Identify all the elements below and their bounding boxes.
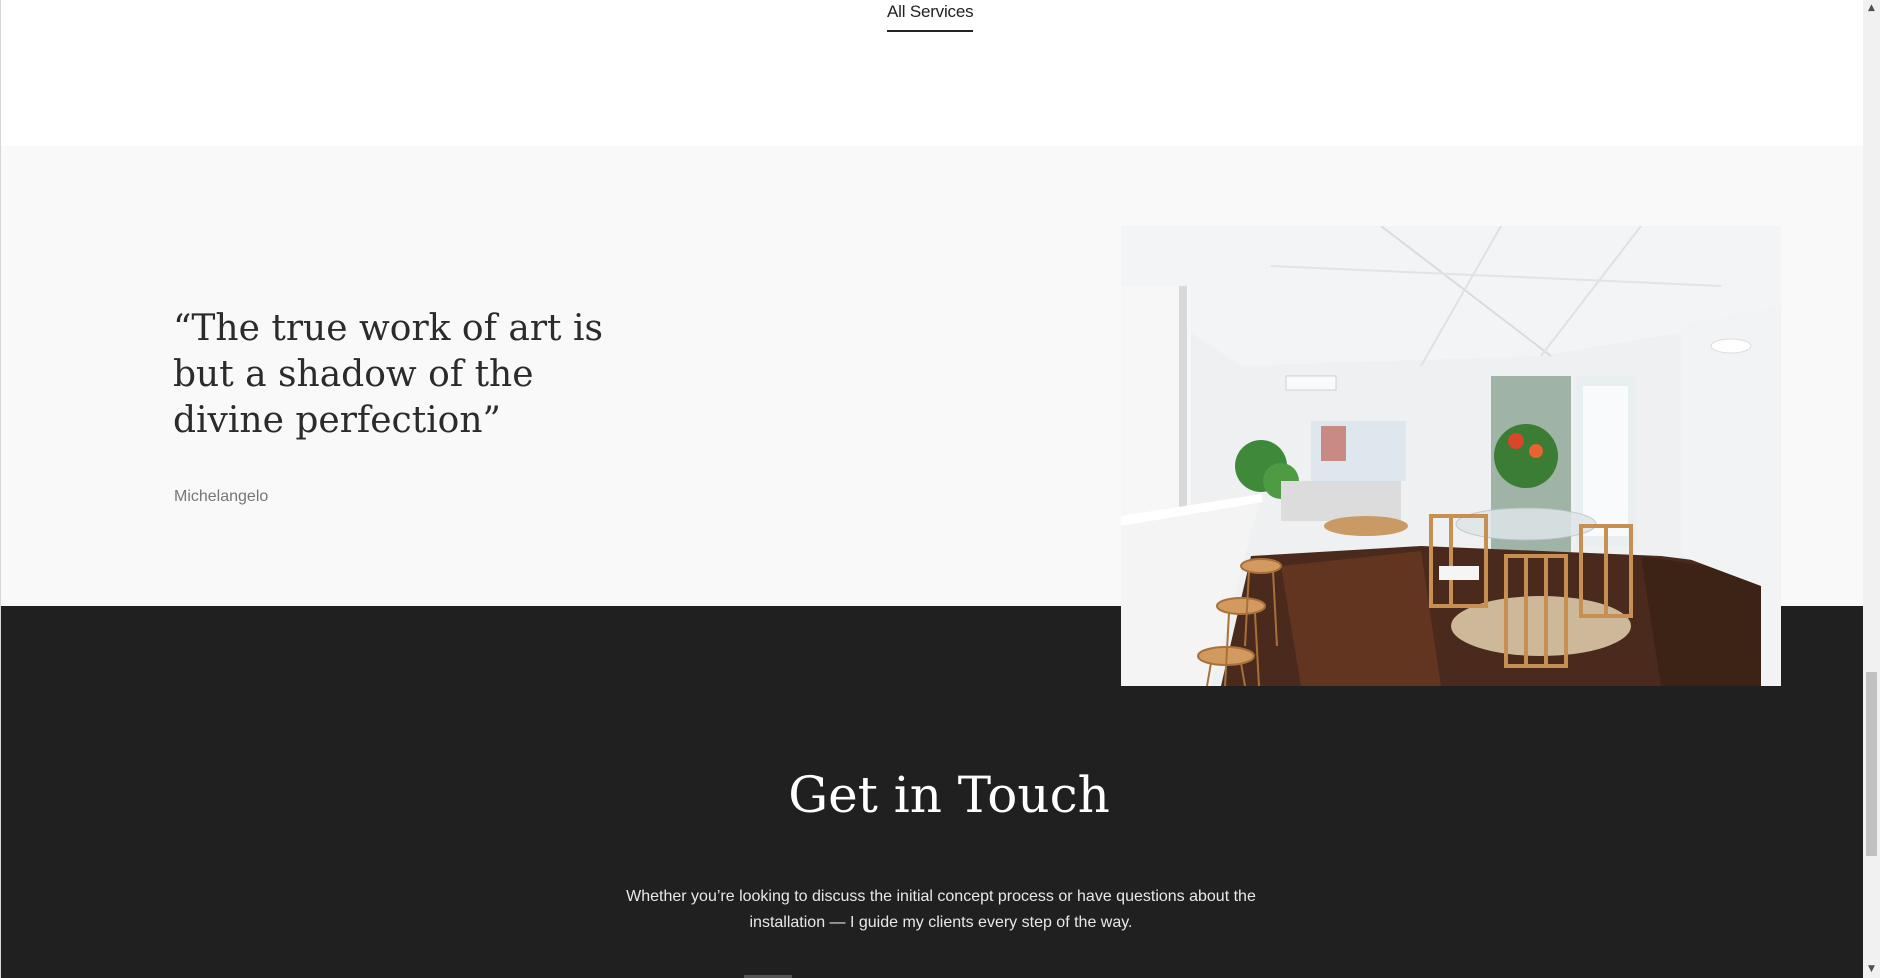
- quote-text: “The true work of art is but a shadow of…: [173, 308, 603, 441]
- all-services-link[interactable]: All Services: [887, 2, 974, 32]
- page: All Services “The true work of art is bu…: [0, 0, 1863, 978]
- quote-author: Michelangelo: [174, 488, 269, 505]
- scroll-down-arrow-icon[interactable]: ▼: [1863, 961, 1880, 978]
- scroll-up-arrow-icon[interactable]: ▲: [1863, 0, 1880, 17]
- services-footer-band: All Services: [1, 0, 1863, 146]
- scrollbar-thumb[interactable]: [1866, 672, 1877, 856]
- contact-title: Get in Touch: [788, 766, 1110, 824]
- contact-description: Whether you’re looking to discuss the in…: [626, 888, 1256, 931]
- scrollbar[interactable]: ▲ ▼: [1863, 0, 1880, 978]
- interior-photo: [1121, 226, 1781, 686]
